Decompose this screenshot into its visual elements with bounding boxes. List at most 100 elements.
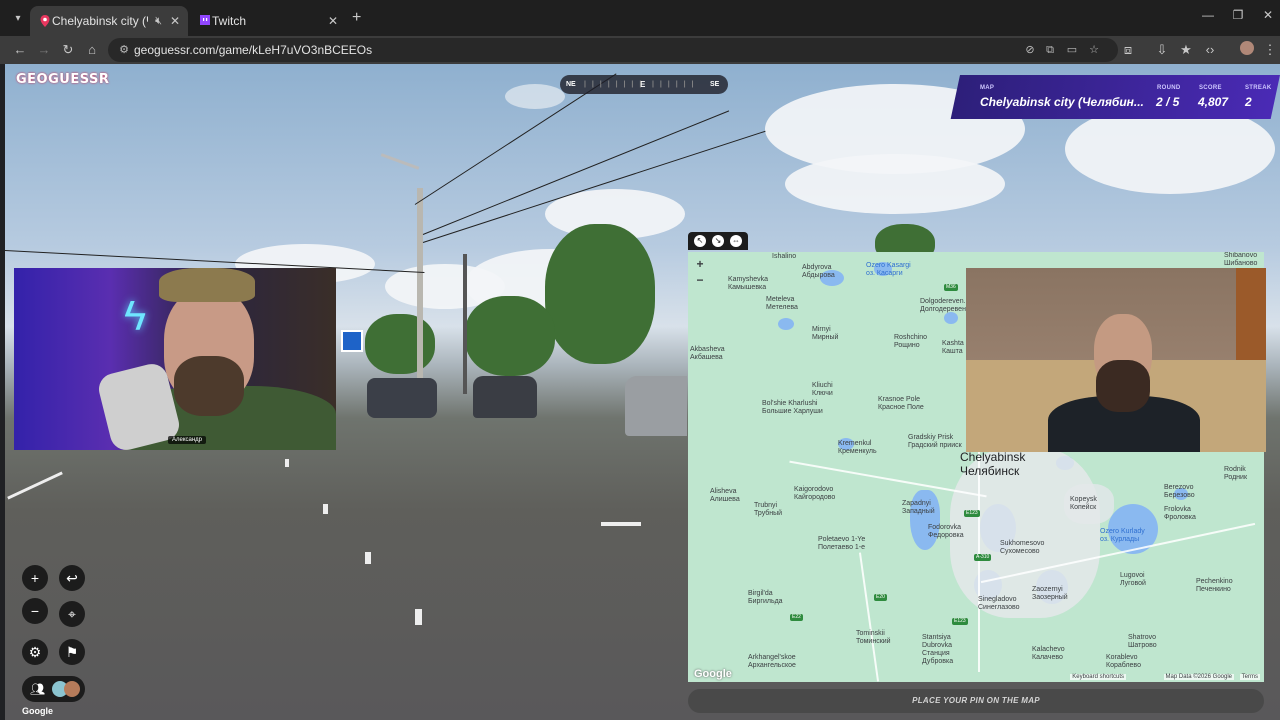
settings-gear-icon[interactable]: ⚙ [22,639,48,665]
profile-avatar[interactable] [1240,41,1254,55]
city-label: Chelyabinsk Челябинск [960,450,1026,478]
neon-lightning-icon: ϟ [124,292,147,339]
geoguessr-logo[interactable]: GEOGUESSR [16,72,109,87]
back-icon[interactable]: ← [10,40,30,60]
minimize-icon[interactable]: — [1198,8,1218,22]
road-marking [285,459,289,467]
map-pin-icon [40,15,50,27]
route-shield: M36 [944,284,958,291]
zoom-in-button[interactable]: + [22,565,48,591]
compass-ticks: | | | | | | [652,81,696,88]
browser-tab-bar: ▾ Chelyabinsk city (Челябинс 🔇︎ ✕ Twitch… [0,0,1280,36]
compass: NE E SE | | | | | | | | | | | | | | [560,75,728,94]
return-to-start-icon[interactable]: ⌖ [59,601,85,627]
download-icon[interactable]: ⇩ [1152,40,1172,60]
webcam-feed-streamer [966,268,1266,452]
place-label: Sukhomesovo Сухомесово [1000,540,1045,555]
webcam-feed-player: ϟ Александр [14,268,336,450]
place-label: Sinegladovo Синеглазово [978,596,1020,611]
keyboard-shortcuts-link[interactable]: Keyboard shortcuts [1070,674,1126,680]
map-value: Chelyabinsk city (Челябин... [980,95,1144,109]
map-terms-link[interactable]: Terms [1239,674,1260,680]
parked-car [367,378,437,418]
road-arrow [601,522,641,526]
browser-menu-icon[interactable]: ⋮ [1260,40,1280,60]
map-zoom-in-button[interactable]: + [694,258,706,270]
players-chip[interactable]: 👥︎ [22,676,85,702]
streak-label: STREAK [1245,85,1272,91]
place-label: Shibanovo Шибаново [1224,252,1258,267]
devtools-icon[interactable]: ‹› [1200,40,1220,60]
bookmarks-icon[interactable]: ★ [1176,40,1196,60]
webcam-person-beard [1096,360,1150,412]
extensions-icon[interactable]: ⧈ [1118,40,1138,60]
route-shield: E20 [874,594,887,601]
route-shield: E22 [790,614,803,621]
new-tab-icon[interactable]: + [352,8,366,28]
round-value: 2 / 5 [1156,95,1180,109]
forward-icon[interactable]: → [34,40,54,60]
place-label: Pechenkino Печенкино [1196,578,1233,593]
parked-car [625,376,687,436]
close-tab-icon[interactable]: ✕ [328,6,338,36]
home-icon[interactable]: ⌂ [82,40,102,60]
webcam-person-beard [174,356,244,416]
undo-move-icon[interactable]: ↩ [59,565,85,591]
webcam-name-tag: Александр [168,436,207,444]
restore-icon[interactable]: ❐ [1228,8,1248,22]
route-shield: E123 [964,510,980,517]
water-label: Ozero Kasargi оз. Касарги [866,262,911,277]
translate-icon[interactable]: ⧉ [1042,42,1058,58]
map-shrink-icon[interactable]: ↖ [694,235,706,247]
map-road [858,552,880,682]
tab-geoguessr[interactable]: Chelyabinsk city (Челябинс 🔇︎ ✕ [30,6,188,36]
place-label: Meteleva Метелева [766,296,798,311]
utility-pole [463,254,467,394]
road-marking [365,552,371,564]
round-label: ROUND [1157,85,1181,91]
reload-icon[interactable]: ↻ [58,40,78,60]
compass-right: SE [710,81,720,88]
place-label: Korablevo Кораблево [1106,654,1141,669]
road-marking [415,609,422,625]
place-label: Trubnyi Трубный [754,502,783,517]
map-label: MAP [980,85,995,91]
place-pin-button[interactable]: PLACE YOUR PIN ON THE MAP [688,689,1264,713]
bookmark-star-icon[interactable]: ☆ [1086,42,1102,58]
avatar [64,681,80,697]
browser-toolbar: ← → ↻ ⌂ ⚙ geoguessr.com/game/kLeH7uVO3nB… [0,36,1280,64]
place-label: Berezovo Березово [1164,484,1195,499]
water-label: Ozero Kurlady оз. Курлады [1100,528,1145,543]
site-info-icon[interactable]: ⚙ [116,42,132,58]
tab-twitch[interactable]: Twitch ✕ [190,6,346,36]
place-label: Dolgodereven... Долгодеревен... [920,298,972,313]
close-window-icon[interactable]: ✕ [1258,8,1278,22]
map-expand-icon[interactable]: ↘ [712,235,724,247]
place-label: Poletaevo 1-Ye Полетаево 1-е [818,536,866,551]
address-bar[interactable]: ⚙ geoguessr.com/game/kLeH7uVO3nBCEEOs ⊘ … [108,38,1118,62]
route-shield: A-310 [974,554,992,561]
compass-left: NE [566,81,576,88]
place-label: Ishalino [772,253,797,260]
place-label: Birgil'da Биргильда [748,590,783,605]
tab-title: Chelyabinsk city (Челябинс [52,14,148,28]
people-icon: 👥︎ [30,682,46,696]
place-label: Zaozernyi Заозерный [1032,586,1068,601]
place-label: Abdyrova Абдырова [802,264,835,279]
place-label: Zapadnyi Западный [902,500,935,515]
map-zoom-out-button[interactable]: − [694,274,706,286]
tab-search-icon[interactable]: ▾ [8,9,28,29]
mute-tab-icon[interactable]: 🔇︎ [155,6,162,36]
map-pin-toggle-icon[interactable]: ⇔ [730,235,742,247]
close-tab-icon[interactable]: ✕ [170,6,180,36]
flag-icon[interactable]: ⚑ [59,639,85,665]
google-map-logo: Google [694,668,732,680]
zoom-out-button[interactable]: − [22,598,48,624]
place-label: Kamyshevka Камышевка [728,276,769,291]
place-label: Kaigorodovo Кайгородово [794,486,836,501]
score-value: 4,807 [1198,95,1229,109]
eye-off-icon[interactable]: ⊘ [1022,42,1038,58]
cast-icon[interactable]: ▭ [1064,42,1080,58]
streak-value: 2 [1245,95,1252,109]
street-light-arm [380,153,420,170]
